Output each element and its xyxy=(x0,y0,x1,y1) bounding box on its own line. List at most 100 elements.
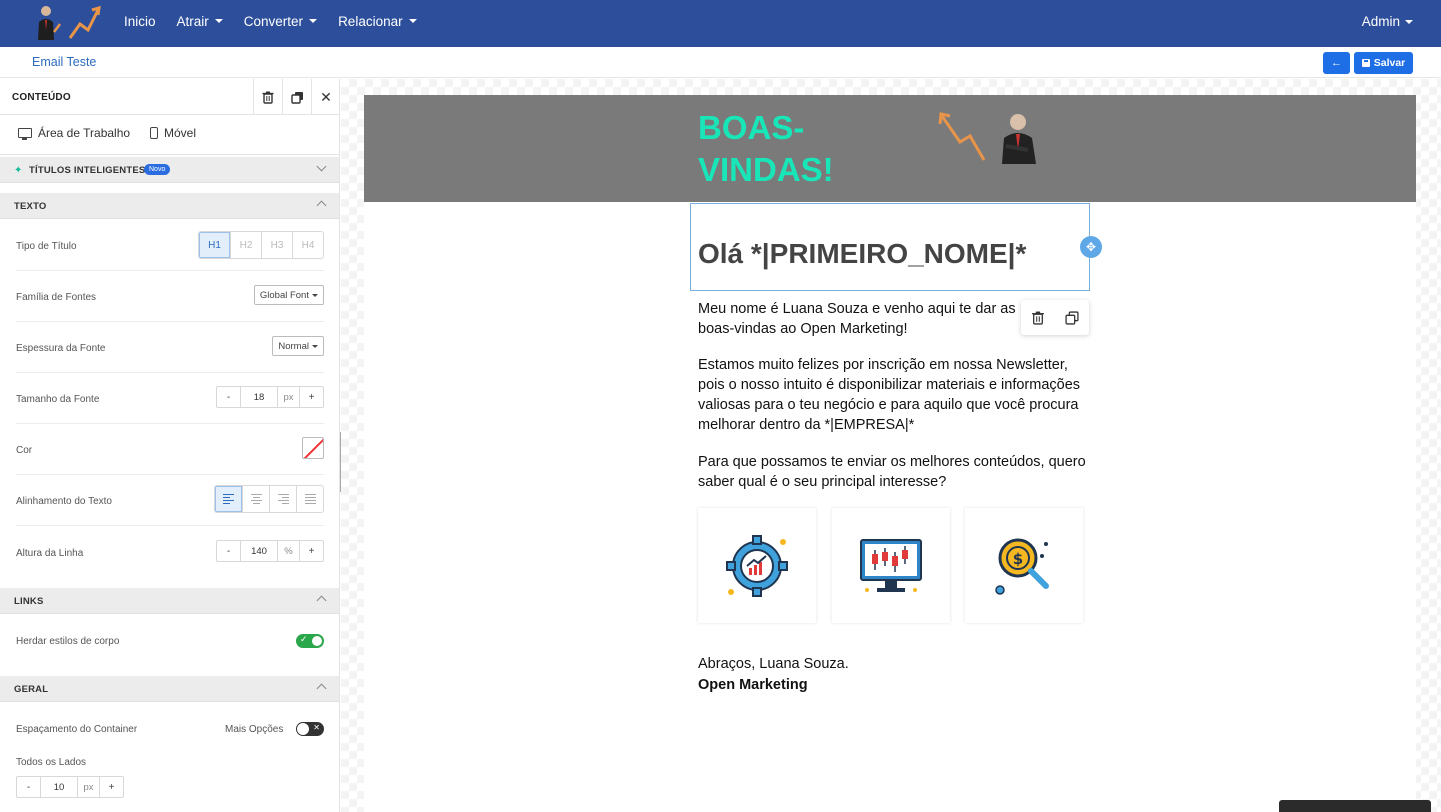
container-padding-label: Espaçamento do Container xyxy=(16,724,138,735)
tab-mobile[interactable]: Móvel xyxy=(150,126,196,140)
caret-down-icon xyxy=(309,19,318,23)
padding-unit: px xyxy=(78,777,100,797)
arrow-left-icon: ← xyxy=(1331,57,1342,69)
magnifier-dollar-icon: $ xyxy=(995,538,1049,595)
nav-atrair[interactable]: Atrair xyxy=(177,14,223,29)
align-left-button[interactable] xyxy=(215,486,242,512)
heading-h4-button[interactable]: H4 xyxy=(292,232,323,258)
caret-down-icon xyxy=(1405,19,1413,24)
tab-desktop[interactable]: Área de Trabalho xyxy=(18,126,130,140)
close-icon: ✕ xyxy=(320,88,332,105)
caret-down-icon xyxy=(312,293,318,297)
font-size-row: Tamanho da Fonte - 18 px + xyxy=(16,373,324,424)
font-size-increase-button[interactable]: + xyxy=(300,387,323,407)
inherit-styles-toggle[interactable] xyxy=(296,634,324,648)
delete-block-button[interactable] xyxy=(253,79,282,115)
monitor-icon xyxy=(18,128,32,140)
interest-card-growth[interactable] xyxy=(698,508,816,623)
padding-stepper: - 10 px + xyxy=(16,776,124,798)
text-align-selector xyxy=(214,485,324,513)
line-height-input[interactable]: 140 xyxy=(240,541,278,561)
line-height-decrease-button[interactable]: - xyxy=(217,541,240,561)
align-center-button[interactable] xyxy=(242,486,269,512)
phone-icon xyxy=(150,127,158,139)
color-row: Cor xyxy=(16,424,324,475)
copy-icon xyxy=(290,91,303,104)
line-height-stepper: - 140 % + xyxy=(216,540,324,562)
trash-icon xyxy=(262,91,274,104)
general-section-header[interactable]: GERAL xyxy=(0,676,339,702)
text-section-header[interactable]: TEXTO xyxy=(0,193,339,219)
interest-card-trading[interactable] xyxy=(832,508,950,623)
smart-titles-section[interactable]: ✦ TÍTULOS INTELIGENTES Novo xyxy=(0,157,339,183)
more-options-label: Mais Opções xyxy=(225,724,284,735)
heading-h3-button[interactable]: H3 xyxy=(261,232,292,258)
all-sides-label: Todos os Lados xyxy=(16,757,87,768)
duplicate-icon[interactable] xyxy=(1065,310,1079,325)
nav-inicio[interactable]: Inicio xyxy=(124,14,156,29)
company-name[interactable]: Open Marketing xyxy=(698,677,808,693)
font-weight-select[interactable]: Normal xyxy=(272,336,324,356)
text-align-row: Alinhamento do Texto xyxy=(16,475,324,526)
save-button[interactable]: Salvar xyxy=(1354,52,1413,74)
chevron-up-icon xyxy=(316,595,327,606)
breadcrumb-email-name[interactable]: Email Teste xyxy=(32,55,96,69)
block-toolbar xyxy=(1021,300,1089,335)
align-justify-button[interactable] xyxy=(296,486,323,512)
interest-paragraph[interactable]: Para que possamos te enviar os melhores … xyxy=(698,452,1088,492)
align-right-button[interactable] xyxy=(269,486,296,512)
new-badge: Novo xyxy=(144,164,171,175)
greeting-heading[interactable]: Olá *|PRIMEIRO_NOME|* xyxy=(698,238,1026,270)
caret-down-icon xyxy=(312,344,318,348)
editor-toolbar: Email Teste ← Salvar xyxy=(0,47,1441,78)
more-options-toggle[interactable] xyxy=(296,722,324,736)
interest-card-finance[interactable]: $ xyxy=(965,508,1083,623)
intro-paragraph[interactable]: Meu nome é Luana Souza e venho aqui te d… xyxy=(698,299,1026,339)
font-size-input[interactable]: 18 xyxy=(240,387,278,407)
bottom-toolbar[interactable] xyxy=(1279,800,1431,812)
heading-type-selector: H1 H2 H3 H4 xyxy=(198,231,324,259)
chevron-down-icon xyxy=(316,161,327,172)
heading-h1-button[interactable]: H1 xyxy=(199,232,230,258)
font-family-select[interactable]: Global Font xyxy=(253,285,324,305)
font-size-decrease-button[interactable]: - xyxy=(217,387,240,407)
gear-growth-icon xyxy=(726,534,788,597)
top-navbar: Inicio Atrair Converter Relacionar Admin xyxy=(0,0,1441,47)
businessman-arrow-illustration xyxy=(938,112,1036,164)
links-section-header[interactable]: LINKS xyxy=(0,588,339,614)
welcome-heading[interactable]: BOAS-VINDAS! xyxy=(698,107,868,191)
signature-line[interactable]: Abraços, Luana Souza. xyxy=(698,656,849,672)
font-size-unit: px xyxy=(278,387,300,407)
padding-increase-button[interactable]: + xyxy=(100,777,123,797)
move-handle-icon[interactable]: ✥ xyxy=(1080,236,1102,258)
font-weight-row: Espessura da Fonte Normal xyxy=(16,322,324,373)
panel-title: CONTEÚDO xyxy=(12,92,71,103)
color-picker-swatch[interactable] xyxy=(302,437,324,459)
padding-decrease-button[interactable]: - xyxy=(17,777,40,797)
heading-h2-button[interactable]: H2 xyxy=(230,232,261,258)
sparkle-icon: ✦ xyxy=(14,165,23,176)
chevron-up-icon xyxy=(316,683,327,694)
svg-text:$: $ xyxy=(1013,550,1023,568)
padding-input[interactable]: 10 xyxy=(40,777,78,797)
email-header-banner[interactable] xyxy=(364,95,1416,202)
font-family-row: Família de Fontes Global Font xyxy=(16,271,324,322)
line-height-row: Altura da Linha - 140 % + xyxy=(16,527,324,578)
heading-type-row: Tipo de Título H1 H2 H3 H4 xyxy=(16,220,324,271)
logo-businessman-arrow[interactable] xyxy=(30,2,102,42)
caret-down-icon xyxy=(408,19,417,23)
back-button[interactable]: ← xyxy=(1323,52,1350,74)
chevron-up-icon xyxy=(316,200,327,211)
nav-converter[interactable]: Converter xyxy=(244,14,318,29)
inherit-styles-row: Herdar estilos de corpo xyxy=(16,615,324,666)
device-tabs: Área de Trabalho Móvel xyxy=(0,115,339,155)
floppy-disk-icon xyxy=(1361,59,1370,67)
trash-icon[interactable] xyxy=(1031,311,1045,325)
close-panel-button[interactable]: ✕ xyxy=(311,79,339,115)
newsletter-paragraph[interactable]: Estamos muito felizes por inscrição em n… xyxy=(698,355,1088,435)
line-height-increase-button[interactable]: + xyxy=(300,541,323,561)
nav-relacionar[interactable]: Relacionar xyxy=(338,14,417,29)
duplicate-block-button[interactable] xyxy=(282,79,311,115)
admin-menu[interactable]: Admin xyxy=(1362,14,1413,29)
monitor-candlestick-icon xyxy=(860,538,922,592)
